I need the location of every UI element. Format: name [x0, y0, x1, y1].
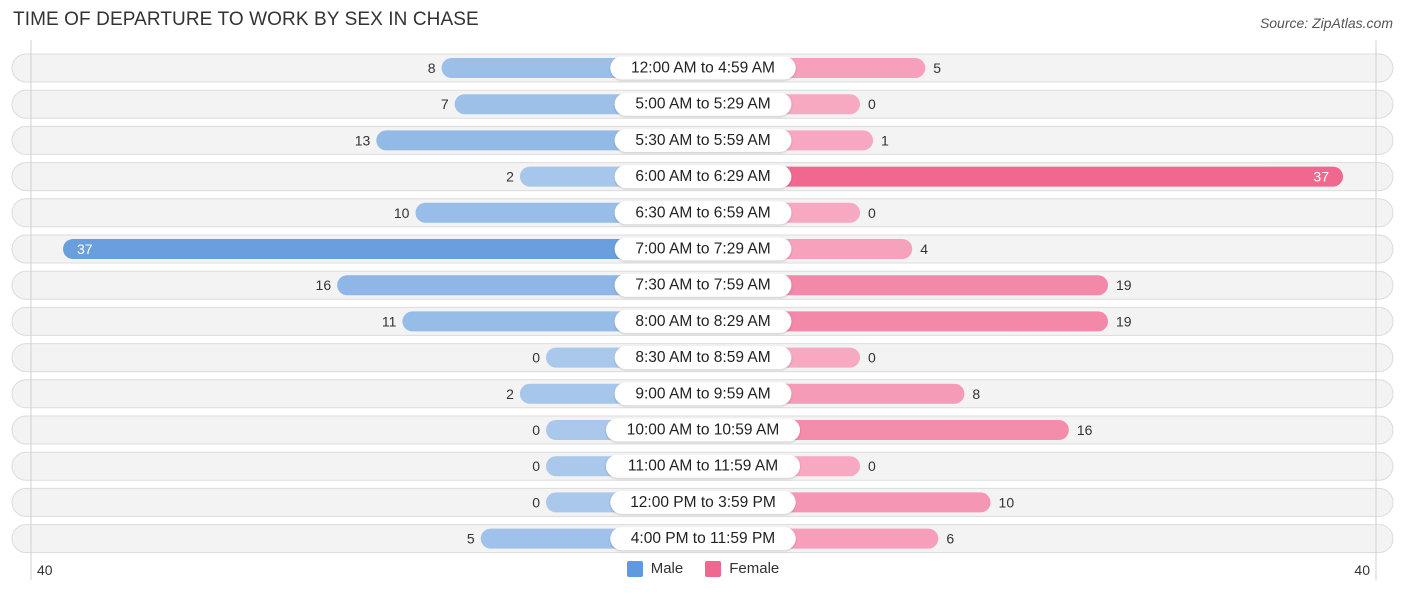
value-label-female: 37	[1313, 169, 1329, 185]
legend-swatch-female	[705, 560, 722, 577]
value-label-male: 16	[316, 277, 332, 293]
value-label-female: 0	[868, 458, 876, 474]
value-label-male: 0	[532, 422, 540, 438]
category-label: 7:00 AM to 7:29 AM	[635, 241, 770, 258]
category-label: 8:00 AM to 8:29 AM	[635, 313, 770, 330]
legend-item-female[interactable]: Female	[705, 560, 779, 577]
category-label: 5:30 AM to 5:59 AM	[635, 132, 770, 149]
category-label: 12:00 AM to 4:59 AM	[631, 60, 775, 77]
value-label-female: 8	[972, 386, 980, 402]
value-label-female: 0	[868, 350, 876, 366]
value-label-female: 19	[1116, 313, 1132, 329]
value-label-female: 0	[868, 205, 876, 221]
category-label: 6:00 AM to 6:29 AM	[635, 168, 770, 185]
category-label: 11:00 AM to 11:59 AM	[628, 458, 778, 475]
legend: Male Female	[0, 560, 1406, 577]
value-label-female: 6	[946, 531, 954, 547]
value-label-female: 10	[999, 494, 1015, 510]
bar-male[interactable]	[63, 239, 703, 259]
value-label-male: 0	[532, 350, 540, 366]
category-label: 9:00 AM to 9:59 AM	[635, 385, 770, 402]
category-label: 12:00 PM to 3:59 PM	[630, 494, 776, 511]
rows-layer	[11, 53, 1394, 554]
value-label-female: 1	[881, 132, 889, 148]
legend-label-male: Male	[650, 560, 684, 577]
value-label-male: 7	[441, 96, 449, 112]
value-label-male: 2	[506, 169, 514, 185]
value-label-male: 0	[532, 494, 540, 510]
value-label-female: 0	[868, 96, 876, 112]
value-label-male: 10	[394, 205, 410, 221]
category-label: 6:30 AM to 6:59 AM	[635, 204, 770, 221]
value-label-male: 0	[532, 458, 540, 474]
category-label: 8:30 AM to 8:59 AM	[635, 349, 770, 366]
value-label-male: 2	[506, 386, 514, 402]
legend-label-female: Female	[729, 560, 780, 577]
chart-canvas: 8 5 12:00 AM to 4:59 AM 7 0 5:00 AM to 5:29 A…	[11, 40, 1394, 580]
category-label: 10:00 AM to 10:59 AM	[627, 422, 780, 439]
bar-female[interactable]	[703, 166, 1343, 187]
value-label-female: 16	[1077, 422, 1093, 438]
legend-swatch-male	[626, 560, 643, 577]
value-label-female: 5	[933, 60, 941, 76]
value-label-male: 5	[467, 531, 475, 547]
value-label-male: 11	[382, 313, 397, 329]
legend-item-male[interactable]: Male	[626, 560, 684, 577]
category-label: 4:00 PM to 11:59 PM	[631, 530, 775, 547]
value-label-female: 4	[920, 241, 928, 257]
value-label-male: 8	[428, 60, 436, 76]
category-label: 5:00 AM to 5:29 AM	[635, 96, 770, 113]
value-label-male: 13	[355, 132, 371, 148]
value-label-male: 37	[77, 241, 93, 257]
category-label: 7:30 AM to 7:59 AM	[635, 277, 770, 294]
value-label-female: 19	[1116, 277, 1132, 293]
